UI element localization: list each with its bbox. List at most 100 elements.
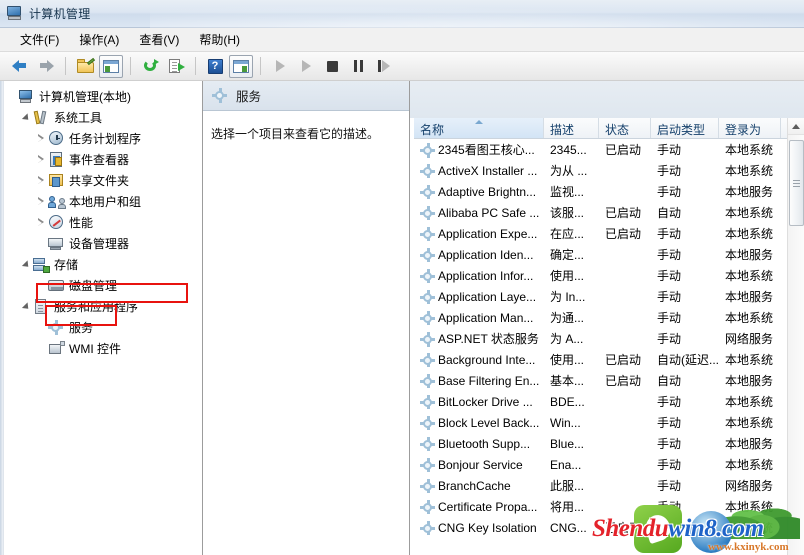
tree-expander[interactable] [34, 275, 48, 296]
scrollbar-thumb[interactable] [789, 140, 804, 226]
computer-management-window: 计算机管理 文件(F) 操作(A) 查看(V) 帮助(H) ? 计算机管理(本地… [0, 0, 804, 555]
table-row[interactable]: Block Level Back... Win... 手动 本地系统 [414, 412, 804, 433]
menu-file[interactable]: 文件(F) [10, 29, 69, 51]
tree-shared-folders[interactable]: 共享文件夹 [4, 170, 202, 191]
scroll-up-button[interactable] [788, 118, 804, 135]
service-name-label: Base Filtering En... [438, 373, 540, 388]
tree-expander[interactable] [34, 149, 48, 170]
cell-startup_type: 手动 [657, 416, 682, 430]
service-name-label: BranchCache [438, 478, 511, 493]
action-pane-icon [233, 59, 249, 73]
cell-startup_type: 手动 [657, 143, 682, 157]
export-list-button[interactable] [164, 55, 188, 78]
expander-open-icon[interactable] [21, 259, 31, 270]
tree-expander[interactable] [19, 296, 33, 317]
refresh-button[interactable] [138, 55, 162, 78]
tree-expander[interactable] [34, 317, 48, 338]
tree-system-tools[interactable]: 系统工具 [4, 107, 202, 128]
table-row[interactable]: Adaptive Brightn... 监视... 手动 本地服务 [414, 181, 804, 202]
table-row[interactable]: Background Inte... 使用... 已启动 自动(延迟... 本地系统 [414, 349, 804, 370]
table-row[interactable]: CNG Key Isolation CNG... 已启动 手动 本地系统 [414, 517, 804, 538]
menu-view[interactable]: 查看(V) [129, 29, 189, 51]
tree-expander[interactable] [4, 86, 18, 107]
table-row[interactable]: Application Expe... 在应... 已启动 手动 本地系统 [414, 223, 804, 244]
tree-event-viewer[interactable]: 事件查看器 [4, 149, 202, 170]
pause-service-button[interactable] [346, 55, 370, 78]
start-service-button[interactable] [268, 55, 292, 78]
column-header-log_on_as[interactable]: 登录为 [719, 118, 781, 138]
tree-expander[interactable] [34, 212, 48, 233]
expander-closed-icon[interactable] [37, 197, 45, 206]
show-console-tree-button[interactable] [99, 54, 123, 78]
table-row[interactable]: Certificate Propa... 将用... 手动 本地系统 [414, 496, 804, 517]
service-gear-icon [420, 457, 435, 472]
back-arrow-icon [11, 59, 29, 73]
table-row[interactable]: Alibaba PC Safe ... 该服... 已启动 自动 本地系统 [414, 202, 804, 223]
service-gear-icon [420, 289, 435, 304]
up-folder-button[interactable] [73, 55, 97, 78]
tree-expander[interactable] [34, 191, 48, 212]
toolbar: ? [0, 52, 804, 81]
cell-log_on_as: 本地服务 [725, 437, 774, 451]
tree-expander[interactable] [34, 170, 48, 191]
cell-name: Alibaba PC Safe ... [414, 205, 544, 220]
tree-expander[interactable] [19, 254, 33, 275]
table-row[interactable]: Bonjour Service Ena... 手动 本地系统 [414, 454, 804, 475]
tree-performance[interactable]: 性能 [4, 212, 202, 233]
table-row[interactable]: BranchCache 此服... 手动 网络服务 [414, 475, 804, 496]
tree-wmi-control[interactable]: WMI 控件 [4, 338, 202, 359]
tree-storage[interactable]: 存储 [4, 254, 202, 275]
show-action-pane-button[interactable] [229, 54, 253, 78]
tree-computer-management-local[interactable]: 计算机管理(本地) [4, 86, 202, 107]
column-header-status[interactable]: 状态 [599, 118, 651, 138]
help-button[interactable]: ? [203, 55, 227, 78]
column-header-startup_type[interactable]: 启动类型 [651, 118, 719, 138]
menu-action[interactable]: 操作(A) [69, 29, 129, 51]
list-vertical-scrollbar[interactable] [787, 118, 804, 555]
tree-local-users-and-groups[interactable]: 本地用户和组 [4, 191, 202, 212]
tree-expander[interactable] [34, 338, 48, 359]
table-row[interactable]: Base Filtering En... 基本... 已启动 自动 本地服务 [414, 370, 804, 391]
restart-service-button[interactable] [372, 55, 396, 78]
cell-startup_type: 自动(延迟... [657, 353, 719, 367]
service-gear-icon [420, 184, 435, 199]
table-row[interactable]: ASP.NET 状态服务为 A... 手动 网络服务 [414, 328, 804, 349]
forward-arrow-icon [37, 59, 55, 73]
expander-closed-icon[interactable] [37, 176, 45, 185]
service-gear-icon [420, 142, 435, 158]
expander-closed-icon[interactable] [37, 155, 45, 164]
tree-device-manager[interactable]: 设备管理器 [4, 233, 202, 254]
tree-task-scheduler[interactable]: 任务计划程序 [4, 128, 202, 149]
menu-help[interactable]: 帮助(H) [189, 29, 250, 51]
cell-name: Application Man... [414, 310, 544, 325]
tree-services-and-applications[interactable]: 服务和应用程序 [4, 296, 202, 317]
forward-button[interactable] [34, 55, 58, 78]
expander-open-icon[interactable] [21, 112, 31, 123]
table-row[interactable]: Bluetooth Supp... Blue... 手动 本地服务 [414, 433, 804, 454]
column-header-name[interactable]: 名称 [414, 118, 544, 138]
expander-closed-icon[interactable] [37, 134, 45, 143]
table-row[interactable]: Application Iden... 确定... 手动 本地服务 [414, 244, 804, 265]
column-header-description[interactable]: 描述 [544, 118, 599, 138]
table-row[interactable]: Application Laye... 为 In... 手动 本地服务 [414, 286, 804, 307]
tree-disk-management[interactable]: 磁盘管理 [4, 275, 202, 296]
cell-startup_type: 手动 [657, 395, 682, 409]
table-row[interactable]: Application Infor... 使用... 手动 本地系统 [414, 265, 804, 286]
tree-services[interactable]: 服务 [4, 317, 202, 338]
service-gear-icon [420, 520, 435, 535]
tree-expander[interactable] [19, 107, 33, 128]
cell-description: Ena... [550, 457, 582, 472]
table-row[interactable]: 2345看图王核心... 2345... 已启动 手动 本地系统 [414, 139, 804, 160]
cell-name: CNG Key Isolation [414, 520, 544, 535]
expander-closed-icon[interactable] [37, 218, 45, 227]
back-button[interactable] [8, 55, 32, 78]
tree-expander[interactable] [34, 128, 48, 149]
stop-service-button[interactable] [320, 55, 344, 78]
resume-service-button[interactable] [294, 55, 318, 78]
table-row[interactable]: ActiveX Installer ... 为从 ... 手动 本地系统 [414, 160, 804, 181]
table-row[interactable]: BitLocker Drive ... BDE... 手动 本地系统 [414, 391, 804, 412]
table-row[interactable]: Application Man... 为通... 手动 本地系统 [414, 307, 804, 328]
computer-icon [18, 89, 35, 105]
expander-open-icon[interactable] [21, 301, 31, 312]
tree-expander[interactable] [34, 233, 48, 254]
